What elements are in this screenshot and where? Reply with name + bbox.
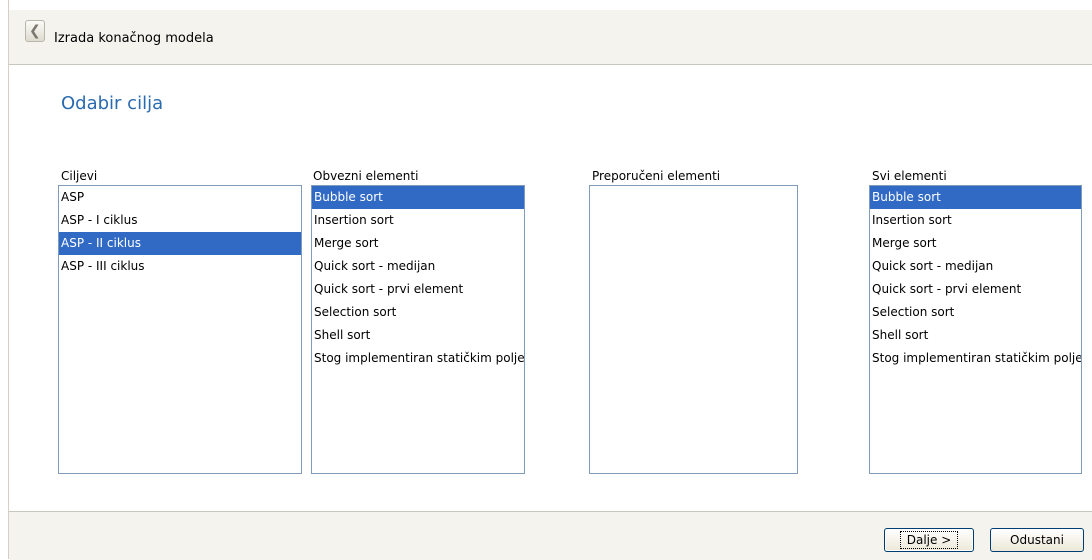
window-border — [8, 0, 9, 559]
back-button[interactable]: ❮ — [25, 20, 45, 42]
chevron-left-icon: ❮ — [29, 23, 41, 39]
list-item[interactable]: Shell sort — [312, 324, 524, 347]
list-item[interactable]: ASP — [59, 186, 301, 209]
list-item[interactable]: Quick sort - medijan — [312, 255, 524, 278]
list-item[interactable]: Insertion sort — [312, 209, 524, 232]
recommended-listbox[interactable] — [589, 185, 798, 474]
list-item[interactable]: Stog implementiran statičkim poljem — [312, 347, 524, 370]
list-item[interactable]: Shell sort — [870, 324, 1081, 347]
mandatory-label: Obvezni elementi — [313, 169, 419, 183]
list-item[interactable]: ASP - II ciklus — [59, 232, 301, 255]
list-item[interactable]: Quick sort - prvi element — [312, 278, 524, 301]
all-elements-label: Svi elementi — [872, 169, 947, 183]
list-item[interactable]: ASP - I ciklus — [59, 209, 301, 232]
list-item[interactable]: Stog implementiran statičkim poljem — [870, 347, 1081, 370]
list-item[interactable]: Bubble sort — [312, 186, 524, 209]
list-item[interactable]: Bubble sort — [870, 186, 1081, 209]
list-item[interactable]: Merge sort — [312, 232, 524, 255]
list-item[interactable]: Quick sort - prvi element — [870, 278, 1081, 301]
list-item[interactable]: ASP - III ciklus — [59, 255, 301, 278]
list-item[interactable]: Insertion sort — [870, 209, 1081, 232]
list-item[interactable]: Merge sort — [870, 232, 1081, 255]
goals-listbox[interactable]: ASP ASP - I ciklus ASP - II ciklus ASP - II… — [58, 185, 302, 474]
wizard-title: Izrada konačnog modela — [54, 31, 214, 46]
list-item[interactable]: Selection sort — [870, 301, 1081, 324]
mandatory-listbox[interactable]: Bubble sort Insertion sort Merge sort Quick… — [311, 185, 525, 474]
list-item[interactable]: Selection sort — [312, 301, 524, 324]
all-elements-listbox[interactable]: Bubble sort Insertion sort Merge sort Quick… — [869, 185, 1082, 474]
recommended-label: Preporučeni elementi — [592, 169, 721, 183]
wizard-header: ❮ Izrada konačnog modela — [9, 10, 1092, 65]
next-button-label: Dalje > — [899, 531, 959, 549]
cancel-button[interactable]: Odustani — [990, 528, 1084, 552]
page-title: Odabir cilja — [61, 93, 164, 114]
goals-label: Ciljevi — [61, 169, 98, 183]
next-button[interactable]: Dalje > — [884, 528, 974, 552]
list-item[interactable]: Quick sort - medijan — [870, 255, 1081, 278]
wizard-footer: Dalje > Odustani — [9, 511, 1092, 560]
